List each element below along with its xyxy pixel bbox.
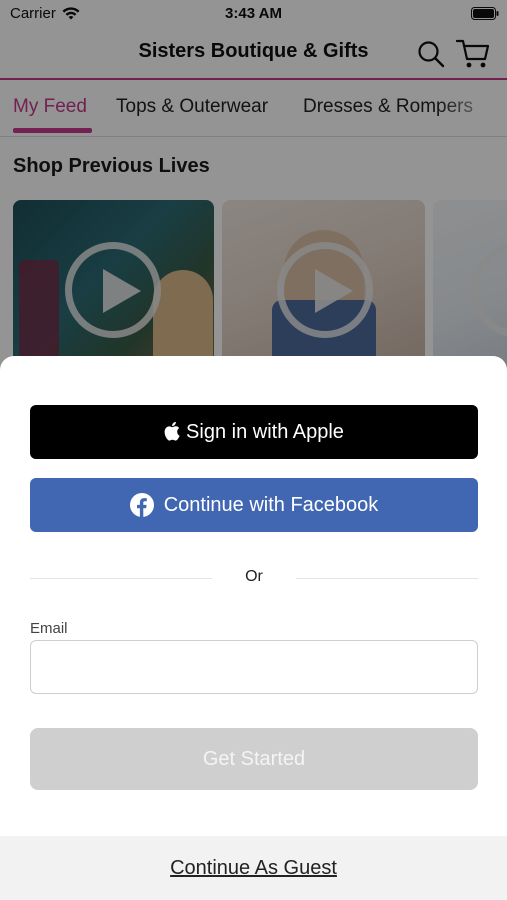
sign-in-sheet: Sign in with Apple Continue with Faceboo…: [0, 356, 507, 900]
facebook-button-label: Continue with Facebook: [163, 493, 379, 516]
or-divider: Or: [30, 566, 478, 590]
facebook-icon: [129, 493, 154, 517]
or-text: Or: [245, 568, 263, 585]
get-started-label: Get Started: [202, 747, 306, 770]
continue-as-guest-link[interactable]: Continue As Guest: [0, 857, 507, 880]
apple-icon: [164, 421, 180, 441]
get-started-button[interactable]: Get Started: [30, 728, 478, 790]
guest-bar: Continue As Guest: [0, 836, 507, 900]
email-field[interactable]: [30, 640, 478, 694]
apple-button-label: Sign in with Apple: [186, 420, 344, 443]
divider-line: [296, 578, 478, 579]
email-label: Email: [30, 620, 68, 637]
continue-with-facebook-button[interactable]: Continue with Facebook: [30, 478, 478, 532]
sign-in-with-apple-button[interactable]: Sign in with Apple: [30, 405, 478, 459]
